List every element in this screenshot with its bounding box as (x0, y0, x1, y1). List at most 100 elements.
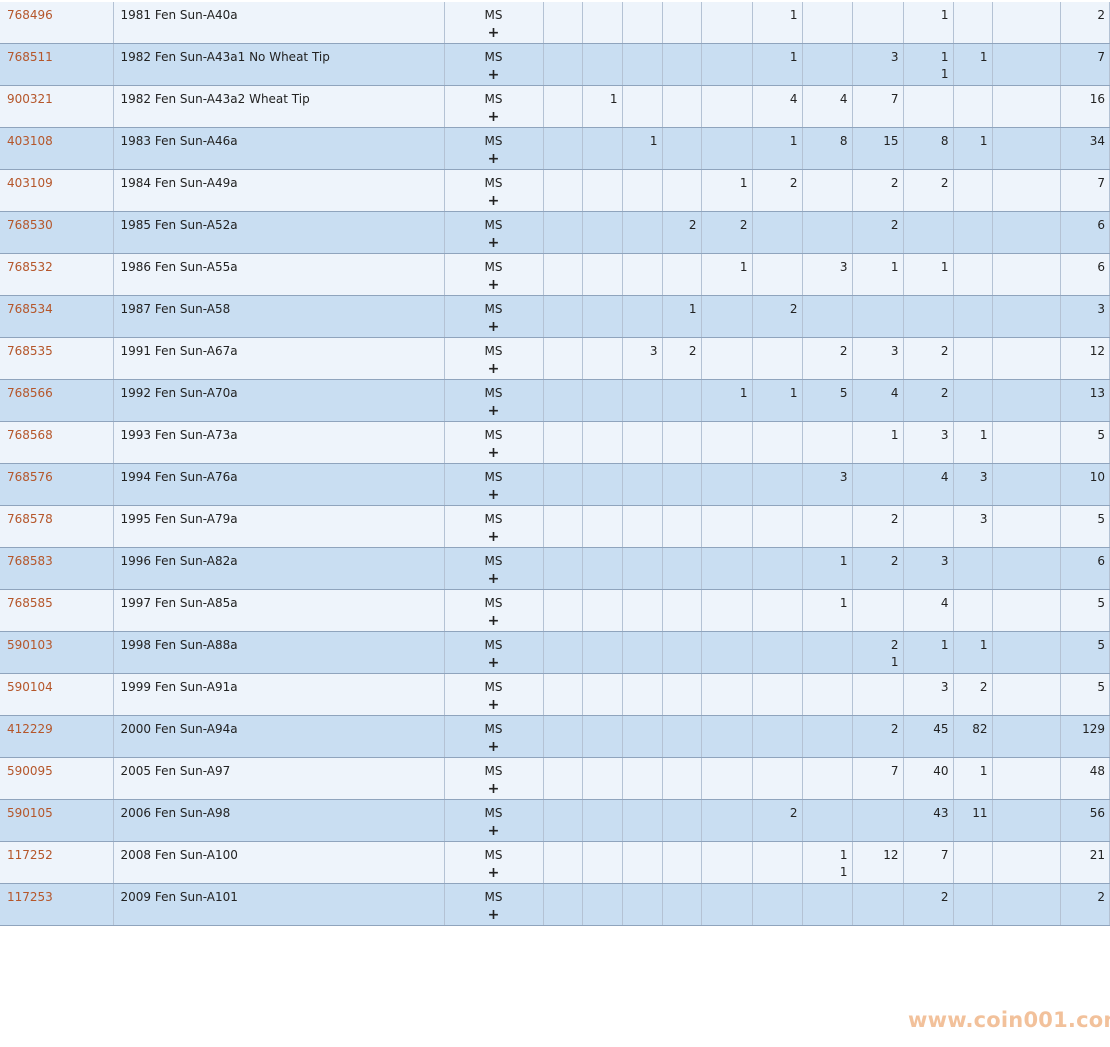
expand-plus-icon[interactable]: + (445, 318, 543, 337)
coin-id-link[interactable]: 768535 (7, 344, 53, 358)
count-value: 1 (979, 638, 988, 652)
grade-label: MS (484, 8, 503, 22)
coin-id-link[interactable]: 768568 (7, 428, 53, 442)
grade-count-cell (543, 505, 583, 548)
grade-count-cell (992, 2, 1061, 44)
grade-cell: MS + (444, 169, 544, 212)
count-value: 7 (890, 92, 899, 106)
total-count-cell: 7 (1060, 169, 1110, 212)
expand-plus-icon[interactable]: + (445, 486, 543, 505)
coin-id-link[interactable]: 768532 (7, 260, 53, 274)
coin-id-link[interactable]: 768578 (7, 512, 53, 526)
grade-count-cell (582, 505, 623, 548)
count-value: 3 (979, 470, 988, 484)
grade-count-cell: 2 (662, 337, 702, 380)
coin-id-link[interactable]: 768585 (7, 596, 53, 610)
grade-count-cell (701, 505, 753, 548)
expand-plus-icon[interactable]: + (445, 444, 543, 463)
coin-id-link[interactable]: 403109 (7, 176, 53, 190)
coin-id-link[interactable]: 590095 (7, 764, 53, 778)
grade-count-cell (582, 841, 623, 884)
total-count-cell: 6 (1060, 547, 1110, 590)
expand-plus-icon[interactable]: + (445, 906, 543, 925)
grade-count-cell: 1 (903, 253, 954, 296)
table-row: 768532 1986 Fen Sun-A55a MS +1 3 1 1 6 (0, 253, 1110, 296)
grade-count-cell: 2 (752, 799, 803, 842)
count-value: 13 (1089, 386, 1105, 400)
grade-count-cell (701, 85, 753, 128)
grade-count-cell (992, 631, 1061, 674)
grade-count-cell (953, 253, 993, 296)
grade-count-cell (582, 631, 623, 674)
grade-count-cell: 1 (752, 127, 803, 170)
grade-count-cell (543, 883, 583, 926)
expand-plus-icon[interactable]: + (445, 612, 543, 631)
expand-plus-icon[interactable]: + (445, 780, 543, 799)
grade-count-cell (701, 715, 753, 758)
grade-count-cell (992, 127, 1061, 170)
expand-plus-icon[interactable]: + (445, 402, 543, 421)
coin-id-link[interactable]: 117253 (7, 890, 53, 904)
coin-id-link[interactable]: 403108 (7, 134, 53, 148)
grade-count-cell (992, 799, 1061, 842)
grade-label: MS (484, 680, 503, 694)
coin-id-link[interactable]: 590103 (7, 638, 53, 652)
grade-count-cell (662, 631, 702, 674)
coin-id-link[interactable]: 768496 (7, 8, 53, 22)
grade-count-cell (953, 883, 993, 926)
grade-count-cell (582, 715, 623, 758)
grade-label: MS (484, 764, 503, 778)
expand-plus-icon[interactable]: + (445, 24, 543, 43)
coin-id-link[interactable]: 590104 (7, 680, 53, 694)
coin-id-link[interactable]: 900321 (7, 92, 53, 106)
grade-count-cell (852, 673, 904, 716)
expand-plus-icon[interactable]: + (445, 864, 543, 883)
coin-id-link[interactable]: 768534 (7, 302, 53, 316)
grade-count-cell (622, 547, 663, 590)
expand-plus-icon[interactable]: + (445, 528, 543, 547)
coin-id-link[interactable]: 590105 (7, 806, 53, 820)
grade-count-cell (662, 757, 702, 800)
grade-count-cell: 4 (802, 85, 853, 128)
coin-id-link[interactable]: 412229 (7, 722, 53, 736)
count-value: 1 (890, 655, 899, 669)
table-row: 590104 1999 Fen Sun-A91a MS +3 2 5 (0, 673, 1110, 716)
expand-plus-icon[interactable]: + (445, 276, 543, 295)
expand-plus-icon[interactable]: + (445, 108, 543, 127)
count-value: 3 (1097, 302, 1105, 316)
coin-id-link[interactable]: 768566 (7, 386, 53, 400)
count-value: 4 (940, 470, 949, 484)
grade-count-cell (543, 421, 583, 464)
grade-count-cell: 11 (953, 799, 993, 842)
expand-plus-icon[interactable]: + (445, 66, 543, 85)
count-value: 15 (883, 134, 899, 148)
expand-plus-icon[interactable]: + (445, 150, 543, 169)
grade-count-cell (752, 841, 803, 884)
count-value: 43 (933, 806, 949, 820)
coin-description: 1992 Fen Sun-A70a (113, 379, 445, 422)
expand-plus-icon[interactable]: + (445, 360, 543, 379)
cert-id-cell: 590105 (0, 799, 114, 842)
grade-cell: MS + (444, 757, 544, 800)
grade-count-cell (543, 2, 583, 44)
count-value: 10 (1089, 470, 1105, 484)
count-value: 1 (739, 386, 748, 400)
coin-id-link[interactable]: 768530 (7, 218, 53, 232)
cert-id-cell: 768568 (0, 421, 114, 464)
expand-plus-icon[interactable]: + (445, 654, 543, 673)
expand-plus-icon[interactable]: + (445, 696, 543, 715)
expand-plus-icon[interactable]: + (445, 192, 543, 211)
coin-id-link[interactable]: 768583 (7, 554, 53, 568)
coin-id-link[interactable]: 768511 (7, 50, 53, 64)
coin-id-link[interactable]: 117252 (7, 848, 53, 862)
count-value: 3 (649, 344, 658, 358)
expand-plus-icon[interactable]: + (445, 822, 543, 841)
expand-plus-icon[interactable]: + (445, 738, 543, 757)
expand-plus-icon[interactable]: + (445, 234, 543, 253)
grade-count-cell (903, 85, 954, 128)
count-value: 16 (1089, 92, 1105, 106)
grade-count-cell (622, 253, 663, 296)
expand-plus-icon[interactable]: + (445, 570, 543, 589)
grade-count-cell: 3 (903, 421, 954, 464)
coin-id-link[interactable]: 768576 (7, 470, 53, 484)
